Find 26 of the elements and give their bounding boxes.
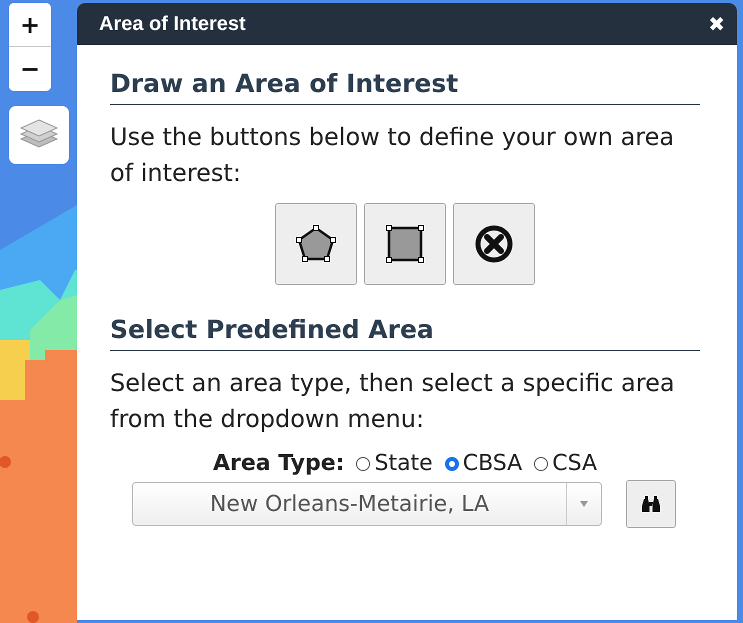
radio-label: CSA bbox=[552, 451, 598, 476]
circled-x-icon bbox=[474, 224, 514, 264]
close-button[interactable]: ✖ bbox=[708, 12, 725, 36]
radio-label: State bbox=[374, 451, 433, 476]
layers-button[interactable] bbox=[9, 106, 69, 164]
zoom-in-button[interactable]: + bbox=[9, 3, 51, 47]
binoculars-icon bbox=[641, 494, 661, 514]
instructions-text: Use the buttons below to define your own area of interest: bbox=[110, 122, 676, 189]
section-heading: Draw an Area of Interest bbox=[110, 69, 700, 105]
pentagon-icon bbox=[295, 225, 337, 263]
panel-title: Area of Interest bbox=[99, 12, 246, 36]
radio-button[interactable] bbox=[444, 456, 459, 470]
draw-polygon-button[interactable] bbox=[275, 203, 357, 285]
radio-button[interactable] bbox=[534, 456, 548, 470]
section-heading: Select Predefined Area bbox=[110, 315, 700, 351]
zoom-to-area-button[interactable] bbox=[626, 480, 676, 528]
radio-button[interactable] bbox=[356, 456, 370, 470]
dropdown-value: New Orleans-Metairie, LA bbox=[208, 492, 490, 516]
caret-icon bbox=[580, 501, 588, 507]
instructions-text: Select an area type, then select a specific area from the dropdown menu: bbox=[110, 368, 676, 435]
radio-label: CBSA bbox=[462, 451, 522, 476]
clear-button[interactable] bbox=[453, 203, 535, 285]
area-dropdown[interactable]: New Orleans-Metairie, LA bbox=[132, 482, 602, 526]
square-icon bbox=[385, 224, 425, 264]
area-type-label: Area Type: bbox=[212, 451, 344, 476]
draw-rectangle-button[interactable] bbox=[364, 203, 446, 285]
